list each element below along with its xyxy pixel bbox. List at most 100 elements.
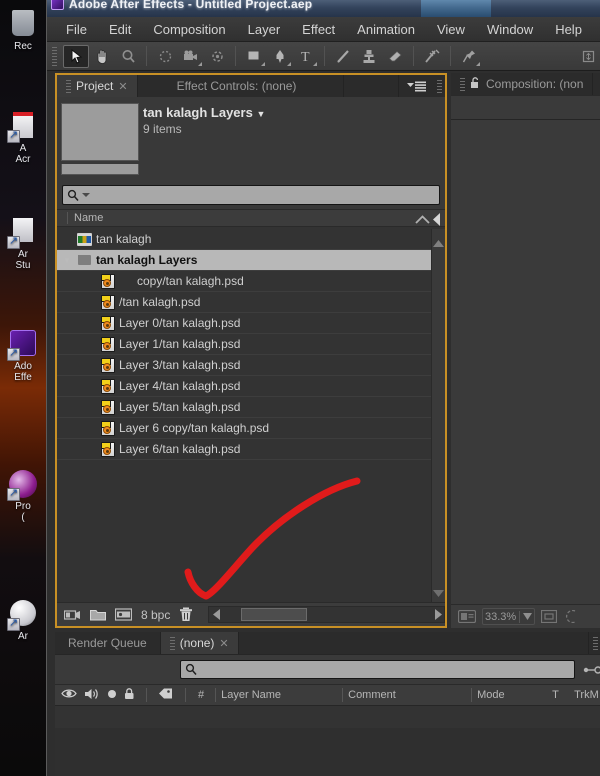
list-item[interactable]: ▼ tan kalagh Layers bbox=[57, 250, 431, 271]
zoom-tool[interactable] bbox=[115, 45, 141, 68]
tab-grip[interactable] bbox=[169, 636, 175, 650]
bit-depth-label[interactable]: 8 bpc bbox=[141, 608, 170, 622]
menu-item-layer[interactable]: Layer bbox=[237, 19, 292, 40]
composition-viewer-area[interactable] bbox=[451, 95, 600, 604]
lock-icon[interactable] bbox=[470, 76, 481, 92]
lock-toggle-icon[interactable] bbox=[124, 687, 135, 703]
project-item-count: 9 items bbox=[143, 122, 182, 136]
search-dropdown-icon[interactable] bbox=[82, 193, 90, 197]
tab-composition[interactable]: Composition: (non bbox=[451, 73, 594, 95]
puppet-pin-tool[interactable] bbox=[456, 45, 482, 68]
clone-stamp-tool[interactable] bbox=[356, 45, 382, 68]
tab-timeline-none[interactable]: (none) ✕ bbox=[160, 632, 239, 654]
sort-ascending-icon[interactable] bbox=[415, 214, 430, 224]
desktop-icon-recycle-bin[interactable]: Rec bbox=[0, 10, 46, 52]
label-color-icon[interactable] bbox=[158, 687, 173, 703]
column-collapse-icon[interactable] bbox=[432, 212, 441, 226]
menu-item-view[interactable]: View bbox=[426, 19, 476, 40]
video-toggle-icon[interactable] bbox=[61, 688, 77, 702]
always-preview-icon[interactable] bbox=[458, 610, 476, 623]
selection-tool[interactable] bbox=[63, 44, 89, 68]
text-tool[interactable]: T bbox=[293, 45, 319, 68]
project-list-vertical-scrollbar[interactable] bbox=[431, 229, 445, 602]
transparency-grid-icon[interactable] bbox=[563, 610, 577, 623]
column-header-preserve-transparency[interactable]: T bbox=[552, 689, 574, 701]
new-folder-icon[interactable] bbox=[90, 608, 106, 621]
pan-behind-tool[interactable] bbox=[204, 45, 230, 68]
close-icon[interactable]: ✕ bbox=[219, 637, 228, 650]
column-header-layer-name[interactable]: Layer Name bbox=[221, 689, 337, 701]
menu-item-composition[interactable]: Composition bbox=[142, 19, 236, 40]
list-item[interactable]: Layer 4/tan kalagh.psd bbox=[57, 376, 431, 397]
panel-menu-button[interactable] bbox=[399, 75, 433, 97]
scroll-left-icon[interactable] bbox=[209, 609, 225, 620]
audio-toggle-icon[interactable] bbox=[84, 688, 100, 703]
menu-item-animation[interactable]: Animation bbox=[346, 19, 426, 40]
column-sort-area[interactable] bbox=[411, 210, 445, 228]
menu-item-file[interactable]: File bbox=[55, 19, 98, 40]
pen-tool[interactable] bbox=[267, 45, 293, 68]
list-item-label: /tan kalagh.psd bbox=[119, 295, 201, 309]
timeline-options-icons[interactable] bbox=[575, 664, 600, 676]
close-icon[interactable]: ✕ bbox=[118, 80, 127, 93]
brush-tool[interactable] bbox=[330, 45, 356, 68]
chevron-down-icon[interactable]: ▼ bbox=[256, 109, 265, 119]
scroll-down-icon[interactable] bbox=[432, 587, 445, 600]
menu-item-help[interactable]: Help bbox=[544, 19, 593, 40]
hand-tool[interactable] bbox=[89, 45, 115, 68]
project-search-box[interactable] bbox=[62, 185, 440, 205]
list-item[interactable]: tan kalagh bbox=[57, 229, 431, 250]
timeline-layer-area[interactable] bbox=[55, 728, 600, 776]
desktop-icon-adobe-acrobat[interactable]: A Acr bbox=[0, 112, 46, 165]
desktop-icon-art-studio[interactable]: Ar Stu bbox=[0, 218, 46, 271]
shape-tool[interactable] bbox=[241, 45, 267, 68]
tab-project[interactable]: Project ✕ bbox=[57, 75, 138, 97]
chevron-down-icon[interactable] bbox=[523, 613, 533, 620]
list-item[interactable]: /tan kalagh.psd bbox=[57, 292, 431, 313]
camera-tool[interactable] bbox=[178, 45, 204, 68]
menu-item-window[interactable]: Window bbox=[476, 19, 544, 40]
column-header-comment[interactable]: Comment bbox=[348, 689, 466, 701]
panel-grip[interactable] bbox=[589, 632, 600, 654]
list-item[interactable]: Layer 6/tan kalagh.psd bbox=[57, 439, 431, 460]
twisty-open-icon[interactable]: ▼ bbox=[61, 256, 73, 265]
tab-effect-controls[interactable]: Effect Controls: (none) bbox=[137, 75, 345, 97]
scrollbar-thumb[interactable] bbox=[241, 608, 308, 621]
desktop-icon-program[interactable]: Pro ( bbox=[0, 470, 46, 523]
region-of-interest-icon[interactable] bbox=[541, 610, 558, 623]
project-selected-title[interactable]: tan kalagh Layers ▼ bbox=[143, 105, 265, 120]
timeline-search-box[interactable] bbox=[180, 660, 575, 679]
desktop-icon-art-app[interactable]: Ar bbox=[0, 600, 46, 642]
list-item[interactable]: Layer 6 copy/tan kalagh.psd bbox=[57, 418, 431, 439]
menu-item-effect[interactable]: Effect bbox=[291, 19, 346, 40]
project-horizontal-scrollbar[interactable] bbox=[208, 606, 445, 623]
scroll-right-icon[interactable] bbox=[434, 609, 442, 620]
list-item[interactable]: Layer 0/tan kalagh.psd bbox=[57, 313, 431, 334]
eraser-tool[interactable] bbox=[382, 45, 408, 68]
new-composition-icon[interactable] bbox=[115, 608, 132, 621]
list-item[interactable]: Layer 3/tan kalagh.psd bbox=[57, 355, 431, 376]
tab-grip[interactable] bbox=[66, 79, 71, 93]
desktop-icon-adobe-after-effects[interactable]: Ado Effe bbox=[0, 330, 46, 383]
roto-brush-tool[interactable] bbox=[419, 45, 445, 68]
delete-icon[interactable] bbox=[179, 607, 193, 622]
tab-render-queue[interactable]: Render Queue bbox=[55, 632, 161, 654]
list-item[interactable]: Layer 1/tan kalagh.psd bbox=[57, 334, 431, 355]
column-header-index[interactable]: # bbox=[198, 689, 204, 701]
workspace-switcher-icon[interactable] bbox=[575, 45, 600, 68]
interpret-footage-icon[interactable] bbox=[64, 608, 81, 621]
tab-grip[interactable] bbox=[460, 77, 465, 91]
column-header-name[interactable]: Name bbox=[74, 212, 103, 224]
list-item[interactable]: Layer 5/tan kalagh.psd bbox=[57, 397, 431, 418]
panel-grip[interactable] bbox=[433, 75, 445, 97]
solo-toggle-icon[interactable] bbox=[107, 689, 117, 702]
toolbar-grip[interactable] bbox=[50, 46, 59, 66]
window-titlebar[interactable]: Adobe After Effects - Untitled Project.a… bbox=[47, 0, 600, 17]
rotation-tool[interactable] bbox=[152, 45, 178, 68]
column-header-mode[interactable]: Mode bbox=[477, 689, 552, 701]
column-header-track-matte[interactable]: TrkM bbox=[574, 689, 599, 701]
menu-item-edit[interactable]: Edit bbox=[98, 19, 142, 40]
list-item[interactable]: copy/tan kalagh.psd bbox=[57, 271, 431, 292]
zoom-level-control[interactable]: 33.3% bbox=[482, 608, 536, 625]
scroll-up-icon[interactable] bbox=[432, 237, 445, 250]
